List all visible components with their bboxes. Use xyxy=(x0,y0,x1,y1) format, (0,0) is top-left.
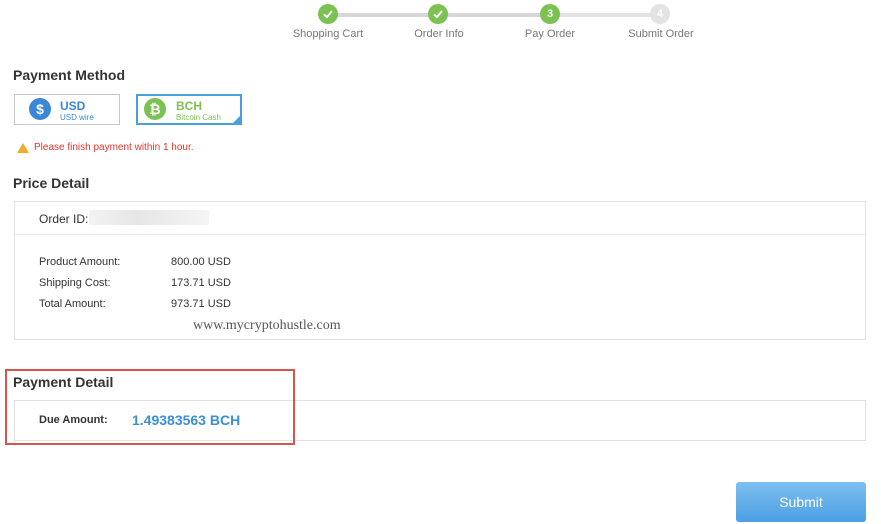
warning-icon xyxy=(17,142,29,153)
payment-option-name: BCH xyxy=(176,99,202,113)
total-amount-label: Total Amount: xyxy=(39,298,106,310)
step-3-marker: 3 xyxy=(540,4,560,24)
step-4-marker: 4 xyxy=(650,4,670,24)
divider xyxy=(15,234,865,235)
payment-option-bch[interactable]: ₿ BCH Bitcoin Cash xyxy=(136,94,242,125)
shipping-cost-label: Shipping Cost: xyxy=(39,277,111,289)
watermark-text: www.mycryptohustle.com xyxy=(193,318,341,333)
selected-corner-icon xyxy=(232,115,241,124)
bitcoin-icon: ₿ xyxy=(144,98,166,120)
warning-text: Please finish payment within 1 hour. xyxy=(34,142,194,153)
payment-method-title: Payment Method xyxy=(13,67,126,83)
payment-option-subtitle: Bitcoin Cash xyxy=(176,113,221,122)
submit-button[interactable]: Submit xyxy=(736,482,866,522)
payment-option-subtitle: USD wire xyxy=(60,113,94,122)
highlight-box xyxy=(5,369,295,445)
price-detail-title: Price Detail xyxy=(13,175,90,191)
product-amount-value: 800.00 USD xyxy=(171,256,231,268)
price-detail-box: Order ID: Product Amount: 800.00 USD Shi… xyxy=(14,201,866,340)
payment-option-usd[interactable]: $ USD USD wire xyxy=(14,94,120,125)
step-1-check-icon xyxy=(318,4,338,24)
dollar-icon: $ xyxy=(29,98,51,120)
step-connector xyxy=(550,13,660,17)
total-amount-value: 973.71 USD xyxy=(171,298,231,310)
order-id-value-redacted xyxy=(89,210,209,225)
step-label-pay-order: Pay Order xyxy=(524,28,576,40)
step-label-shopping-cart: Shopping Cart xyxy=(292,28,364,40)
product-amount-label: Product Amount: xyxy=(39,256,121,268)
step-label-submit-order: Submit Order xyxy=(628,28,694,40)
payment-time-warning: Please finish payment within 1 hour. xyxy=(17,142,194,153)
step-connector xyxy=(328,13,438,17)
payment-option-name: USD xyxy=(60,99,86,113)
order-id-label: Order ID: xyxy=(39,212,89,226)
step-label-order-info: Order Info xyxy=(414,28,464,40)
shipping-cost-value: 173.71 USD xyxy=(171,277,231,289)
step-2-check-icon xyxy=(428,4,448,24)
step-connector xyxy=(438,13,550,17)
